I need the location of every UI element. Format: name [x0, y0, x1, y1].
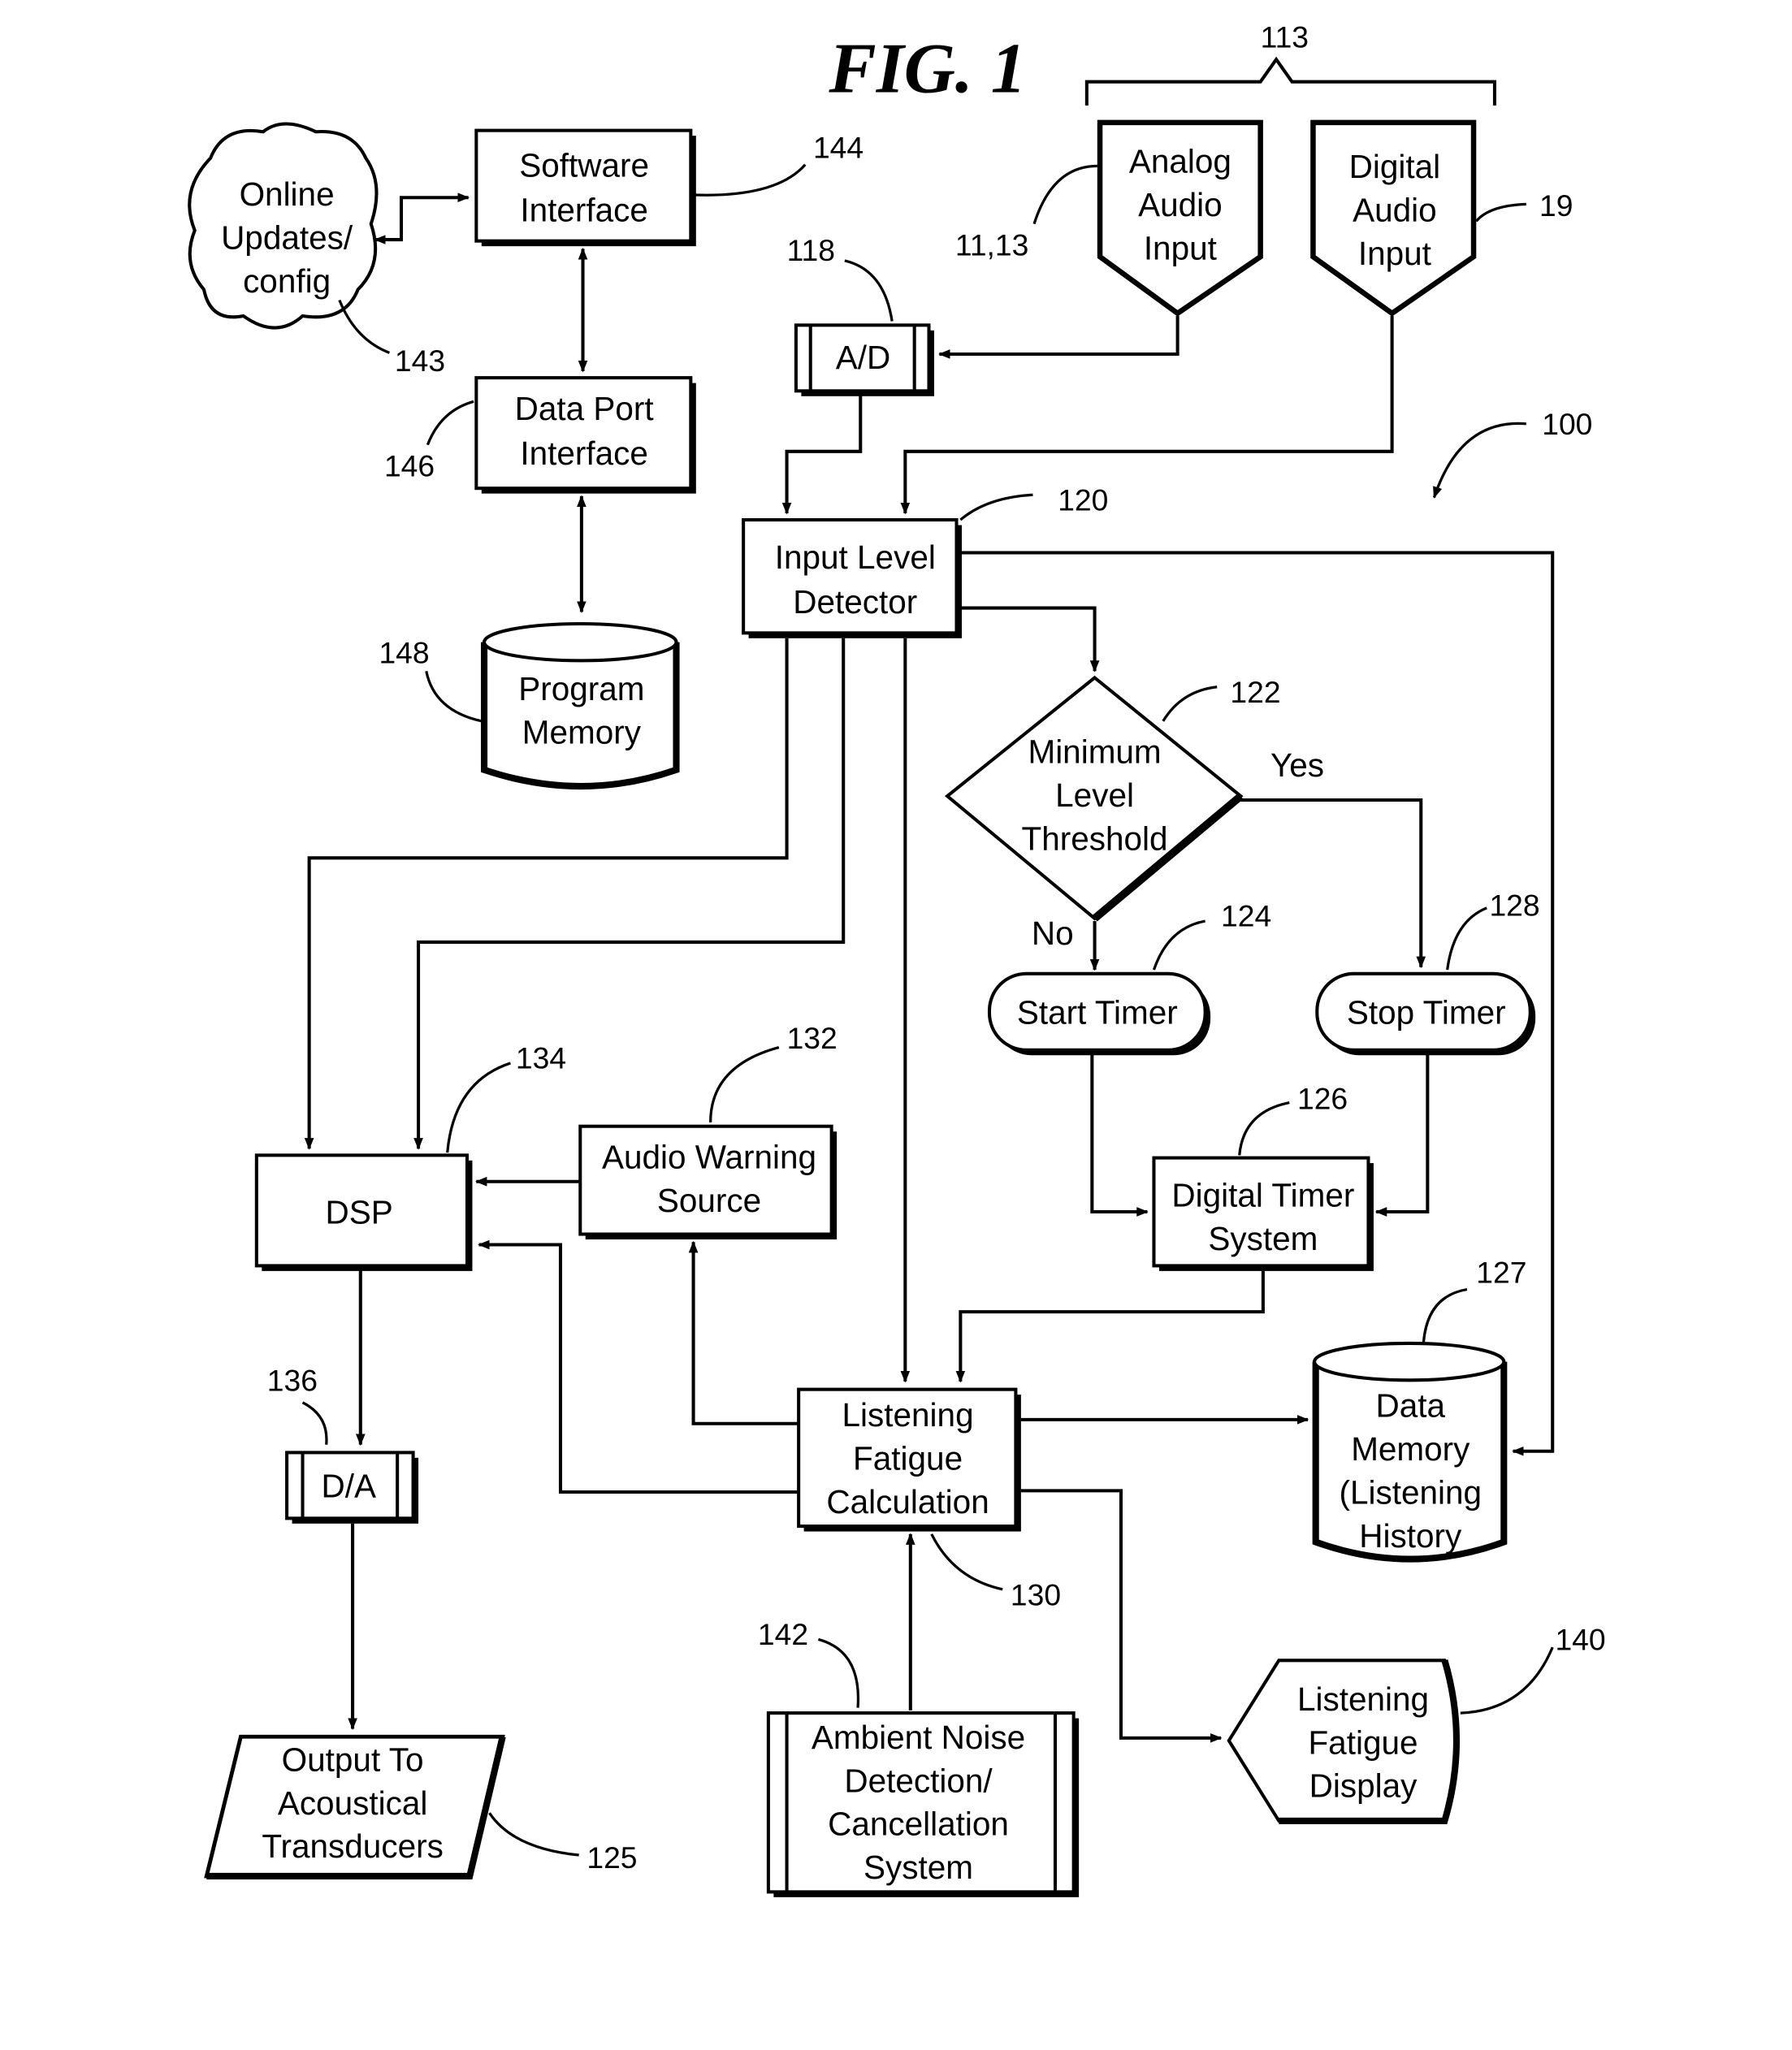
- svg-text:Start Timer: Start Timer: [1017, 993, 1178, 1031]
- ref-143: 143: [395, 344, 445, 378]
- ref-128: 128: [1489, 889, 1539, 923]
- audio-warning-source-box: Audio Warning Source: [578, 1124, 838, 1240]
- ref-120: 120: [1058, 483, 1108, 517]
- input-group-bracket: 113: [1084, 20, 1496, 106]
- svg-text:Fatigue: Fatigue: [853, 1439, 963, 1477]
- svg-text:Interface: Interface: [520, 435, 648, 472]
- ambient-noise-system-box: Ambient Noise Detection/ Cancellation Sy…: [766, 1711, 1080, 1897]
- input-level-detector-box: Input Level Detector: [742, 518, 962, 638]
- svg-text:Fatigue: Fatigue: [1308, 1723, 1418, 1761]
- svg-text:Cancellation: Cancellation: [828, 1806, 1009, 1843]
- ref-126: 126: [1297, 1082, 1348, 1116]
- svg-text:Input: Input: [1358, 235, 1431, 272]
- svg-text:Interface: Interface: [520, 191, 648, 228]
- svg-text:Listening: Listening: [1297, 1680, 1429, 1718]
- svg-text:Digital: Digital: [1349, 148, 1441, 185]
- svg-text:Calculation: Calculation: [826, 1483, 989, 1520]
- svg-text:Memory: Memory: [522, 713, 642, 750]
- svg-text:Listening: Listening: [842, 1396, 974, 1434]
- no-label: No: [1032, 915, 1074, 952]
- svg-text:System: System: [1208, 1220, 1318, 1257]
- data-port-interface-box: Data Port Interface: [474, 376, 696, 494]
- output-transducers-parallelogram: Output To Acoustical Transducers: [204, 1734, 506, 1879]
- svg-text:Online: Online: [240, 175, 335, 213]
- ref-19: 19: [1539, 188, 1573, 223]
- svg-text:Minimum: Minimum: [1028, 733, 1161, 771]
- svg-text:Input Level: Input Level: [775, 538, 936, 576]
- ref-100: 100: [1542, 407, 1592, 441]
- ref-148: 148: [379, 636, 429, 670]
- ad-converter-box: A/D: [794, 323, 934, 396]
- svg-text:Ambient Noise: Ambient Noise: [812, 1719, 1025, 1756]
- svg-text:DSP: DSP: [326, 1194, 393, 1231]
- svg-text:Stop Timer: Stop Timer: [1347, 993, 1506, 1031]
- analog-audio-input-shape: Analog Audio Input: [1097, 119, 1263, 317]
- figure-title: FIG. 1: [828, 29, 1026, 108]
- svg-text:Audio: Audio: [1353, 191, 1437, 228]
- digital-timer-system-box: Digital Timer System: [1152, 1156, 1374, 1271]
- ref-144: 144: [813, 131, 864, 165]
- ref-142: 142: [758, 1617, 808, 1651]
- stop-timer-terminal: Stop Timer: [1315, 971, 1536, 1056]
- svg-text:Acoustical: Acoustical: [278, 1784, 428, 1822]
- svg-text:Source: Source: [657, 1182, 761, 1219]
- svg-text:Detector: Detector: [793, 583, 917, 621]
- ref-134: 134: [516, 1040, 566, 1075]
- ref-136: 136: [267, 1363, 318, 1397]
- svg-text:Transducers: Transducers: [262, 1827, 444, 1865]
- start-timer-terminal: Start Timer: [987, 971, 1211, 1056]
- ref-132: 132: [787, 1021, 838, 1055]
- online-updates-cloud: Online Updates/ config: [188, 122, 379, 330]
- ref-146: 146: [384, 449, 435, 483]
- digital-audio-input-shape: Digital Audio Input: [1310, 119, 1477, 317]
- svg-text:System: System: [864, 1849, 973, 1886]
- ref-127: 127: [1476, 1255, 1526, 1289]
- svg-text:A/D: A/D: [836, 339, 891, 376]
- svg-text:Digital Timer: Digital Timer: [1171, 1177, 1354, 1214]
- patent-figure: FIG. 1 113 Online Updates/ config 143 So…: [188, 20, 1606, 1897]
- svg-text:Updates/: Updates/: [221, 218, 353, 256]
- da-converter-box: D/A: [285, 1451, 419, 1524]
- svg-text:Software: Software: [519, 146, 649, 184]
- ref-140: 140: [1555, 1622, 1605, 1656]
- ref-122: 122: [1230, 675, 1280, 709]
- svg-text:Data Port: Data Port: [515, 390, 654, 427]
- ref-11-13: 11,13: [955, 227, 1028, 262]
- ref-124: 124: [1221, 899, 1271, 933]
- program-memory-cylinder: Program Memory: [480, 621, 680, 790]
- ref-113: 113: [1261, 20, 1309, 54]
- svg-text:Audio: Audio: [1138, 186, 1223, 223]
- min-level-threshold-decision: Minimum Level Threshold: [944, 675, 1244, 922]
- svg-text:(Listening: (Listening: [1340, 1474, 1483, 1512]
- dsp-box: DSP: [254, 1153, 473, 1271]
- svg-text:Analog: Analog: [1129, 142, 1231, 179]
- svg-text:Program: Program: [518, 670, 644, 707]
- svg-text:Audio Warning: Audio Warning: [602, 1139, 816, 1176]
- svg-text:Threshold: Threshold: [1022, 820, 1168, 858]
- software-interface-box: Software Interface: [474, 128, 696, 247]
- svg-text:Input: Input: [1144, 229, 1217, 266]
- svg-text:Detection/: Detection/: [844, 1762, 993, 1799]
- svg-text:History: History: [1359, 1517, 1462, 1555]
- svg-text:Level: Level: [1055, 776, 1134, 814]
- ref-130: 130: [1011, 1577, 1061, 1611]
- svg-text:Output To: Output To: [282, 1741, 424, 1778]
- ref-125: 125: [587, 1840, 637, 1875]
- listening-fatigue-calculation-box: Listening Fatigue Calculation: [797, 1387, 1021, 1532]
- svg-text:Data: Data: [1376, 1387, 1446, 1425]
- listening-fatigue-display-shape: Listening Fatigue Display: [1227, 1659, 1460, 1824]
- ref-118: 118: [787, 233, 835, 267]
- svg-text:Display: Display: [1309, 1767, 1418, 1805]
- yes-label: Yes: [1270, 746, 1324, 784]
- svg-text:config: config: [243, 262, 331, 300]
- svg-text:Memory: Memory: [1351, 1430, 1470, 1468]
- svg-text:D/A: D/A: [321, 1467, 376, 1504]
- data-memory-cylinder: Data Memory (Listening History: [1312, 1341, 1508, 1563]
